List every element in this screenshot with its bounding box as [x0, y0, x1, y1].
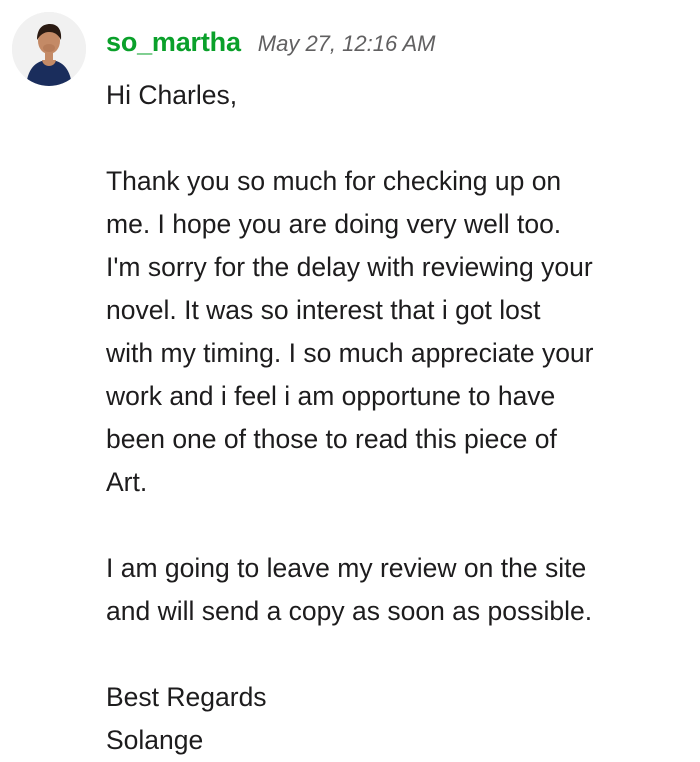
- paragraph-line: with my timing. I so much appreciate you…: [106, 338, 594, 368]
- paragraph-line: been one of those to read this piece of: [106, 424, 557, 454]
- author-name-link[interactable]: so_martha: [106, 27, 241, 58]
- paragraph-line: Thank you so much for checking up on: [106, 166, 562, 196]
- chat-message: so_martha May 27, 12:16 AM Hi Charles, T…: [0, 0, 700, 760]
- greeting-line: Hi Charles,: [106, 80, 238, 110]
- message-timestamp[interactable]: May 27, 12:16 AM: [258, 31, 436, 57]
- message-body: Hi Charles, Thank you so much for checki…: [106, 74, 696, 762]
- paragraph-line: I am going to leave my review on the sit…: [106, 553, 587, 583]
- paragraph-line: and will send a copy as soon as possible…: [106, 596, 593, 626]
- paragraph-line: work and i feel i am opportune to have: [106, 381, 556, 411]
- paragraph-line: novel. It was so interest that i got los…: [106, 295, 541, 325]
- message-header: so_martha May 27, 12:16 AM: [106, 27, 435, 63]
- avatar-photo-icon: [12, 12, 86, 86]
- signature-line: Solange: [106, 725, 204, 755]
- user-avatar[interactable]: [12, 12, 86, 86]
- paragraph-line: Art.: [106, 467, 148, 497]
- closing-line: Best Regards: [106, 682, 267, 712]
- paragraph-line: I'm sorry for the delay with reviewing y…: [106, 252, 593, 282]
- paragraph-line: me. I hope you are doing very well too.: [106, 209, 562, 239]
